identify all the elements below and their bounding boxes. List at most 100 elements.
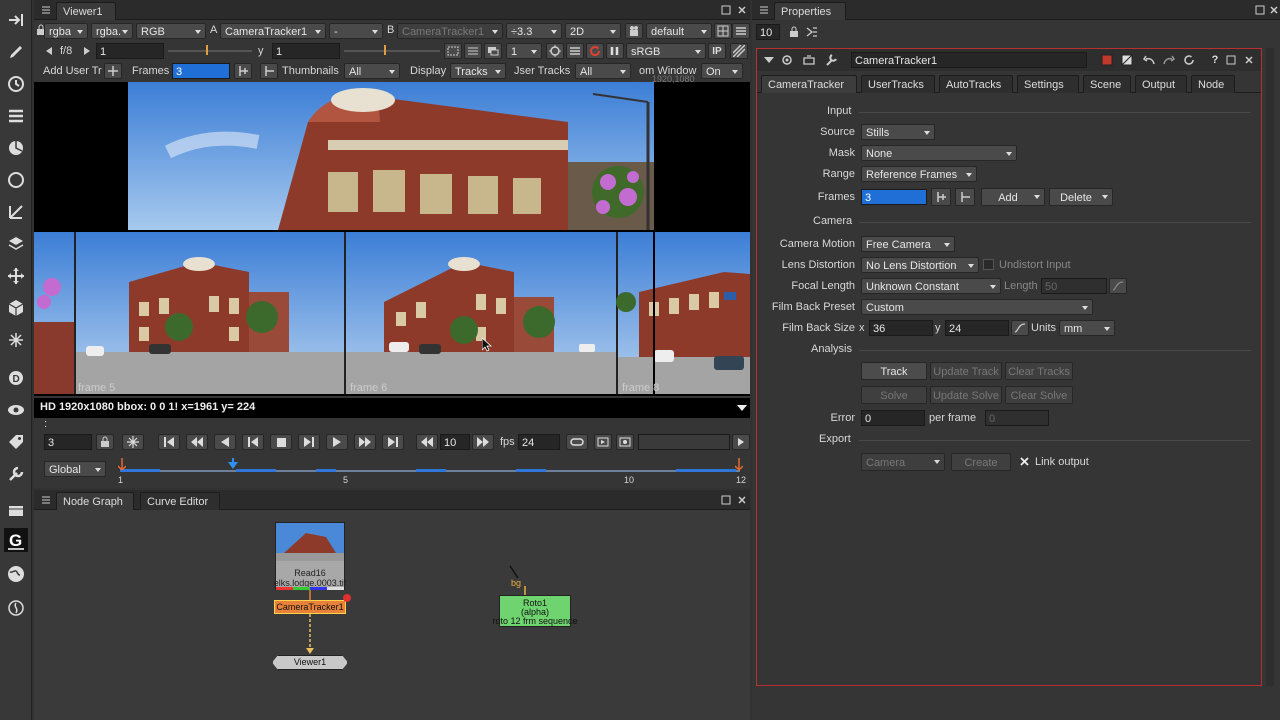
tab-scene[interactable]: Scene [1083, 75, 1131, 93]
wipe-op-dropdown[interactable]: - [329, 23, 383, 39]
furnace-flame-icon[interactable] [4, 596, 28, 620]
info-expand-icon[interactable] [734, 400, 750, 416]
ref-frames-field[interactable]: 3 [861, 189, 927, 205]
tab-output[interactable]: Output [1135, 75, 1187, 93]
gamma-field[interactable]: 1 [272, 43, 340, 59]
gamma-slider[interactable] [344, 50, 440, 52]
gain-field[interactable]: 1 [96, 43, 164, 59]
help-icon[interactable]: ? [1207, 52, 1223, 68]
draw-brush-icon[interactable] [4, 40, 28, 64]
step-back-icon[interactable] [214, 434, 236, 450]
freeze-snowflake-icon[interactable] [122, 434, 144, 450]
gain-slider[interactable] [168, 50, 252, 52]
guides-icon[interactable] [464, 43, 482, 59]
node-group-icon[interactable] [801, 52, 817, 68]
camera-view-icon[interactable] [625, 23, 643, 39]
gain-slider-handle[interactable] [206, 45, 208, 55]
skip-forward-icon[interactable] [472, 434, 494, 450]
filter-circle-icon[interactable] [4, 168, 28, 192]
properties-scrollbar[interactable] [1266, 48, 1274, 686]
user-tracks-dropdown[interactable]: All [575, 63, 631, 79]
zoom-dropdown[interactable]: ÷3.3 [506, 23, 562, 39]
particles-icon[interactable] [4, 328, 28, 352]
other-folder-icon[interactable] [4, 498, 28, 522]
input-a-dropdown[interactable]: CameraTracker1 [220, 23, 326, 39]
node-graph-panel[interactable]: Node Graph Curve Editor Read16 elks.lodg… [34, 490, 750, 720]
close-panel-icon[interactable] [734, 2, 750, 18]
properties-close-icon[interactable] [1266, 2, 1280, 18]
focal-length-dropdown[interactable]: Unknown Constant [861, 278, 1001, 294]
create-button[interactable]: Create [951, 453, 1011, 471]
mask-dropdown[interactable]: None [861, 145, 1017, 161]
refresh-icon[interactable] [586, 43, 604, 59]
toolsets-wrench-icon[interactable] [4, 462, 28, 486]
view-mode-dropdown[interactable]: 2D [565, 23, 621, 39]
metadata-tag-icon[interactable] [4, 430, 28, 454]
max-panels-field[interactable]: 10 [756, 24, 780, 40]
display-dropdown[interactable]: Tracks [450, 63, 506, 79]
node-tool-icon[interactable] [823, 52, 839, 68]
views-eye-icon[interactable] [4, 398, 28, 422]
first-frame-icon[interactable] [158, 434, 180, 450]
film-back-y-field[interactable]: 24 [945, 320, 1009, 336]
center-node-icon[interactable] [779, 52, 795, 68]
tab-settings[interactable]: Settings [1017, 75, 1079, 93]
clear-panels-icon[interactable] [804, 24, 820, 40]
per-frame-field[interactable]: 0 [985, 410, 1049, 426]
stop-icon[interactable] [270, 434, 292, 450]
properties-menu-icon[interactable] [756, 2, 772, 18]
gizmo-g-icon[interactable]: G [4, 528, 28, 552]
prev-keyframe-icon[interactable] [186, 434, 208, 450]
plugin-globe-icon[interactable] [4, 562, 28, 586]
frame-increment-field[interactable]: 10 [440, 434, 470, 450]
film-back-x-field[interactable]: 36 [869, 320, 933, 336]
playhead-marker[interactable] [228, 458, 238, 470]
lens-distortion-dropdown[interactable]: No Lens Distortion [861, 257, 979, 273]
playback-more-icon[interactable] [732, 434, 750, 450]
clear-tracks-button[interactable]: Clear Tracks [1005, 362, 1073, 380]
playback-scrub-field[interactable] [638, 434, 730, 450]
thumbnails-dropdown[interactable]: All [344, 63, 400, 79]
roi-icon[interactable] [714, 23, 732, 39]
wipe-icon[interactable] [730, 43, 748, 59]
pause-icon[interactable] [606, 43, 624, 59]
display-channel-dropdown[interactable]: RGB [136, 23, 206, 39]
film-back-preset-dropdown[interactable]: Custom [861, 299, 1093, 315]
undistort-input-checkbox[interactable] [983, 259, 994, 270]
length-field[interactable]: 50 [1041, 278, 1107, 294]
remove-frame-icon[interactable] [260, 63, 278, 79]
timeline-bar[interactable]: 1 5 10 12 [116, 456, 748, 486]
frames-field[interactable]: 3 [172, 63, 230, 79]
lock-frame-icon[interactable] [96, 434, 114, 450]
error-field[interactable]: 0 [861, 410, 925, 426]
zoom-window-dropdown[interactable]: On [701, 63, 743, 79]
add-ref-frame-icon[interactable] [931, 188, 951, 206]
image-tools-icon[interactable] [4, 8, 28, 32]
delete-dropdown-button[interactable]: Delete [1049, 188, 1113, 206]
gl-color-swatch-icon[interactable] [1119, 52, 1135, 68]
deep-icon[interactable]: D [4, 366, 28, 390]
track-button[interactable]: Track [861, 362, 927, 380]
node-name-field[interactable]: CameraTracker1 [851, 52, 1087, 68]
close-node-icon[interactable] [1241, 52, 1257, 68]
pause-render-icon[interactable] [546, 43, 564, 59]
out-point-marker[interactable] [735, 458, 743, 470]
viewer-menu-icon[interactable] [732, 23, 750, 39]
viewer-canvas[interactable]: 1920,1080 frame 5 frame 6 frame 8 [34, 74, 750, 396]
source-dropdown[interactable]: Stills [861, 124, 935, 140]
undo-icon[interactable] [1141, 52, 1157, 68]
fstop-decrease-icon[interactable] [44, 43, 54, 59]
color-wheel-icon[interactable] [4, 136, 28, 160]
clear-solve-button[interactable]: Clear Solve [1005, 386, 1073, 404]
add-dropdown-button[interactable]: Add [981, 188, 1045, 206]
remove-ref-frame-icon[interactable] [955, 188, 975, 206]
input-b-dropdown[interactable]: CameraTracker1 [397, 23, 503, 39]
clip-warning-icon[interactable] [566, 43, 584, 59]
export-camera-dropdown[interactable]: Camera [861, 453, 945, 471]
proxy-icon[interactable] [484, 43, 502, 59]
fps-field[interactable]: 24 [518, 434, 560, 450]
current-frame-field[interactable]: 3 [44, 434, 92, 450]
revert-icon[interactable] [1181, 52, 1197, 68]
float-panel-icon[interactable] [718, 2, 734, 18]
update-track-button[interactable]: Update Track [930, 362, 1002, 380]
